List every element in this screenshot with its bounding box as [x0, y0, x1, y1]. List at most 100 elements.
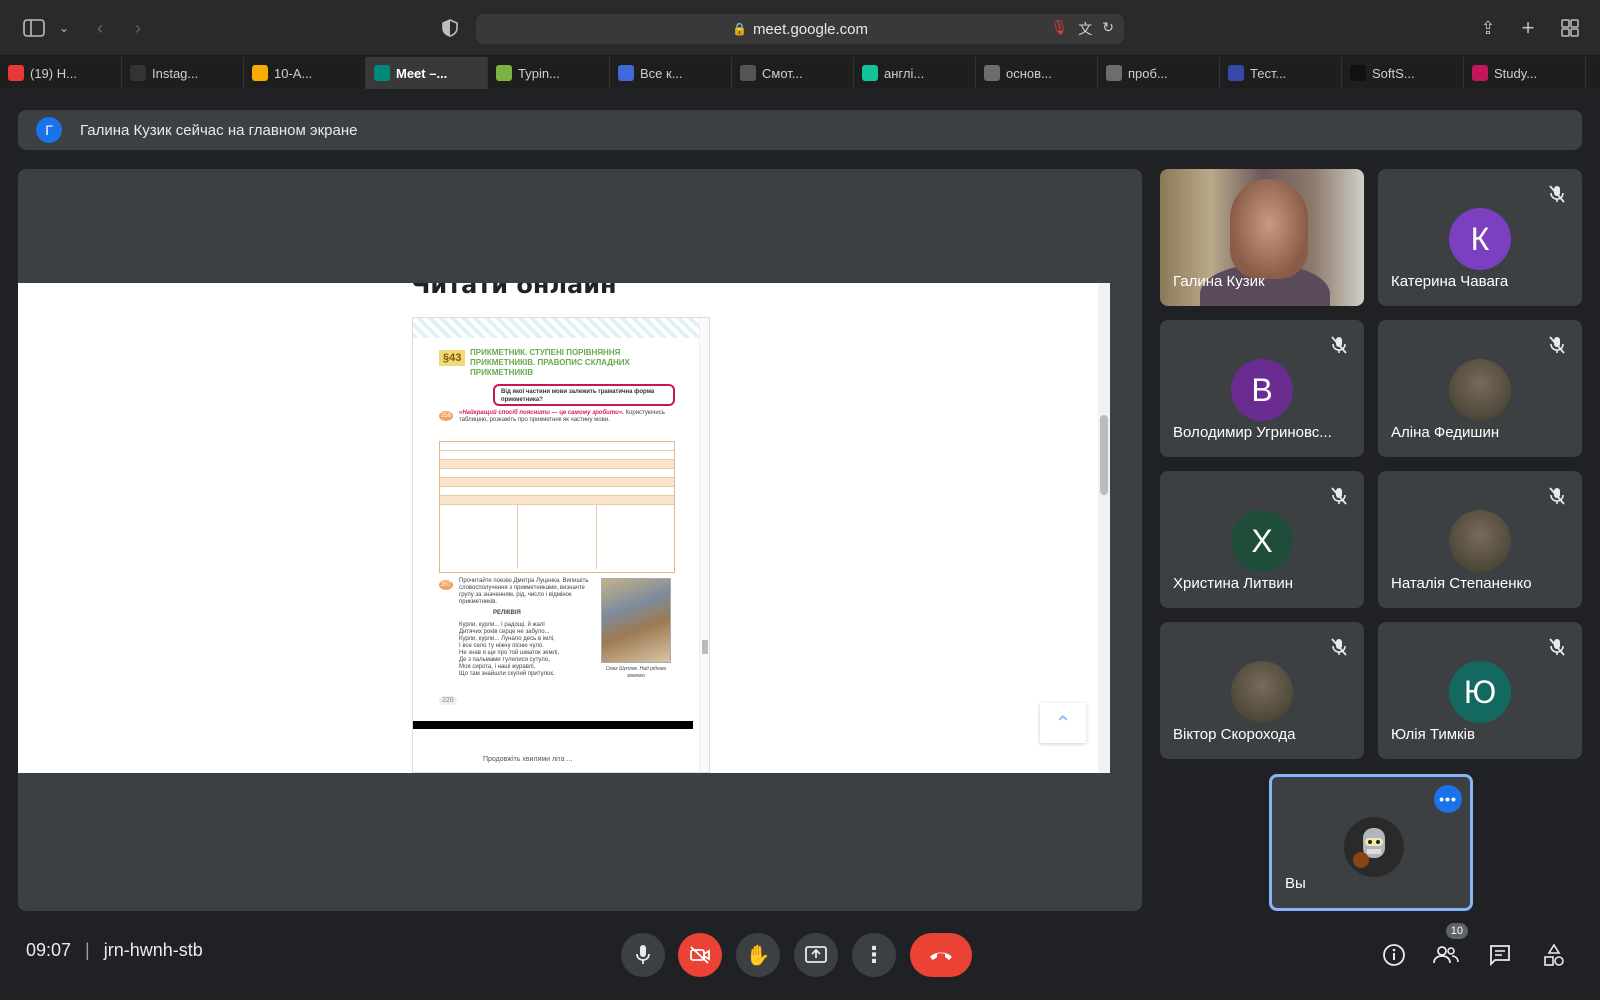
- painting-image: [601, 578, 671, 663]
- participant-tile[interactable]: Галина Кузик: [1160, 169, 1364, 306]
- browser-tab[interactable]: Study...: [1464, 57, 1586, 89]
- browser-tab[interactable]: основ...: [976, 57, 1098, 89]
- section-number: §43: [439, 350, 466, 366]
- scroll-to-top-button[interactable]: ⌃: [1040, 703, 1086, 743]
- raise-hand-button[interactable]: ✋: [736, 933, 780, 977]
- exercise-text: «Найкращий спосіб пояснити — це самому з…: [459, 410, 679, 424]
- browser-tab[interactable]: Instag...: [122, 57, 244, 89]
- instagram-icon: [130, 65, 146, 81]
- more-options-button[interactable]: •••: [1434, 785, 1462, 813]
- participant-tile[interactable]: Віктор Скорохода: [1160, 622, 1364, 759]
- leave-call-button[interactable]: [910, 933, 972, 977]
- document-scrollbar-thumb[interactable]: [702, 640, 708, 654]
- o-icon: [1106, 65, 1122, 81]
- o-icon: [984, 65, 1000, 81]
- exercise-number: 357: [439, 580, 453, 590]
- browser-tab[interactable]: Все к...: [610, 57, 732, 89]
- self-tile[interactable]: ••• Вы: [1269, 774, 1473, 911]
- chat-icon: [1490, 945, 1510, 966]
- tab-label: Смот...: [762, 65, 803, 81]
- microphone-in-use-icon[interactable]: 🎙: [1050, 19, 1068, 39]
- mic-off-icon: [1326, 634, 1352, 660]
- activities-icon: [1544, 944, 1564, 966]
- mic-off-icon: [1544, 483, 1570, 509]
- browser-tab[interactable]: англі...: [854, 57, 976, 89]
- address-bar[interactable]: 🔒 meet.google.com 🎙 文 ↻: [476, 14, 1124, 44]
- exercise-quote: «Найкращий спосіб пояснити — це самому з…: [459, 410, 624, 416]
- participant-name: Вы: [1285, 875, 1306, 892]
- poem-text: Курли, курли... І радощі, й жалі Дитячих …: [459, 622, 599, 678]
- presenting-banner: Г Галина Кузик сейчас на главном экране: [18, 110, 1582, 150]
- mic-off-icon: [1326, 332, 1352, 358]
- browser-tab[interactable]: проб...: [1098, 57, 1220, 89]
- hd-icon: [740, 65, 756, 81]
- meet-icon: [374, 65, 390, 81]
- chat-button[interactable]: [1480, 935, 1520, 975]
- poem-line: І все село ту ніжну пісню чуло.: [459, 643, 544, 649]
- participant-name: Аліна Федишин: [1391, 424, 1500, 441]
- tab-label: Typin...: [518, 65, 560, 81]
- participant-photo: [1231, 661, 1293, 723]
- clock: 09:07: [26, 940, 72, 960]
- page-scrollbar[interactable]: [1098, 283, 1110, 773]
- chevron-down-icon[interactable]: ⌄: [50, 14, 78, 42]
- tab-label: англі...: [884, 65, 925, 81]
- more-options-button[interactable]: ⋮: [852, 933, 896, 977]
- participant-avatar: В: [1231, 359, 1293, 421]
- tab-overview-icon[interactable]: [1556, 14, 1584, 42]
- browser-tab[interactable]: Meet –...: [366, 57, 488, 89]
- tab-label: Study...: [1494, 65, 1538, 81]
- meeting-info: 09:07 | jrn-hwnh-stb: [26, 940, 203, 961]
- browser-tab[interactable]: Typin...: [488, 57, 610, 89]
- book-section-title: ПРИКМЕТНИК. СТУПЕНІ ПОРІВНЯННЯ ПРИКМЕТНИ…: [470, 348, 630, 377]
- participant-name: Володимир Угриновс...: [1173, 424, 1332, 441]
- poem-line: Моя сирота, і наші журавлі,: [459, 664, 536, 670]
- activities-button[interactable]: [1534, 935, 1574, 975]
- chevron-up-icon: ⌃: [1054, 712, 1072, 735]
- tab-label: проб...: [1128, 65, 1168, 81]
- browser-tab[interactable]: Смот...: [732, 57, 854, 89]
- document-scrollbar[interactable]: [699, 318, 709, 772]
- participant-avatar: Х: [1231, 510, 1293, 572]
- participant-name: Галина Кузик: [1173, 273, 1265, 290]
- share-icon[interactable]: ⇪: [1474, 14, 1502, 42]
- meeting-details-button[interactable]: [1374, 935, 1414, 975]
- classroom-icon: [252, 65, 268, 81]
- participant-tile[interactable]: Х Христина Литвин: [1160, 471, 1364, 608]
- browser-tab[interactable]: Тест...: [1220, 57, 1342, 89]
- participant-tile[interactable]: К Катерина Чавага: [1378, 169, 1582, 306]
- microphone-button[interactable]: [621, 933, 665, 977]
- translate-icon[interactable]: 文: [1078, 19, 1092, 39]
- forward-icon[interactable]: ›: [124, 14, 152, 42]
- participant-tile[interactable]: Наталія Степаненко: [1378, 471, 1582, 608]
- browser-tab[interactable]: SoftS...: [1342, 57, 1464, 89]
- back-icon[interactable]: ‹: [86, 14, 114, 42]
- tab-label: SoftS...: [1372, 65, 1415, 81]
- sidebar-toggle-icon[interactable]: [20, 14, 48, 42]
- exercise-number: 356: [439, 411, 453, 421]
- bottom-control-bar: 09:07 | jrn-hwnh-stb ✋ ⋮ 10: [0, 923, 1600, 985]
- participant-video: [1230, 179, 1308, 279]
- shield-icon[interactable]: [436, 14, 464, 42]
- page-scrollbar-thumb[interactable]: [1100, 415, 1108, 495]
- browser-tab[interactable]: 10-А...: [244, 57, 366, 89]
- participant-tile[interactable]: Аліна Федишин: [1378, 320, 1582, 457]
- grammarly-icon: [862, 65, 878, 81]
- participant-tile[interactable]: Ю Юлія Тимків: [1378, 622, 1582, 759]
- participant-name: Наталія Степаненко: [1391, 575, 1532, 592]
- s-icon: [1350, 65, 1366, 81]
- tab-label: Instag...: [152, 65, 199, 81]
- participant-name: Катерина Чавага: [1391, 273, 1509, 290]
- divider: |: [85, 940, 90, 960]
- poem-line: Дитячих років серце не забуло...: [459, 629, 550, 635]
- browser-tab[interactable]: (19) Н...: [0, 57, 122, 89]
- study-icon: [1472, 65, 1488, 81]
- present-screen-button[interactable]: [794, 933, 838, 977]
- participant-tile[interactable]: В Володимир Угриновс...: [1160, 320, 1364, 457]
- page-number: 220: [439, 696, 457, 705]
- new-tab-icon[interactable]: +: [1514, 14, 1542, 42]
- page-divider: [413, 721, 693, 729]
- reload-icon[interactable]: ↻: [1102, 19, 1114, 39]
- participants-button[interactable]: 10: [1426, 923, 1468, 975]
- camera-off-button[interactable]: [678, 933, 722, 977]
